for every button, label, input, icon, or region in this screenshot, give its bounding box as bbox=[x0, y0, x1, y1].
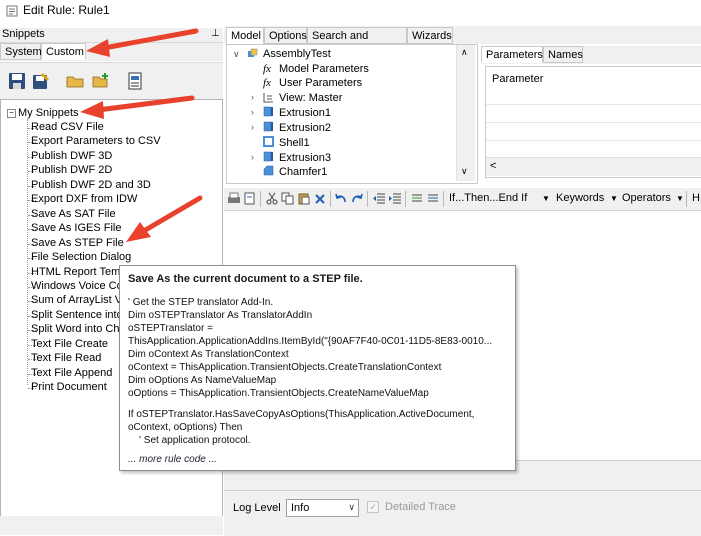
annotation-arrows bbox=[80, 28, 203, 242]
arrow-to-custom-tab bbox=[86, 28, 199, 57]
arrow-to-save-as-step bbox=[126, 195, 203, 242]
arrow-to-my-snippets bbox=[80, 95, 195, 119]
